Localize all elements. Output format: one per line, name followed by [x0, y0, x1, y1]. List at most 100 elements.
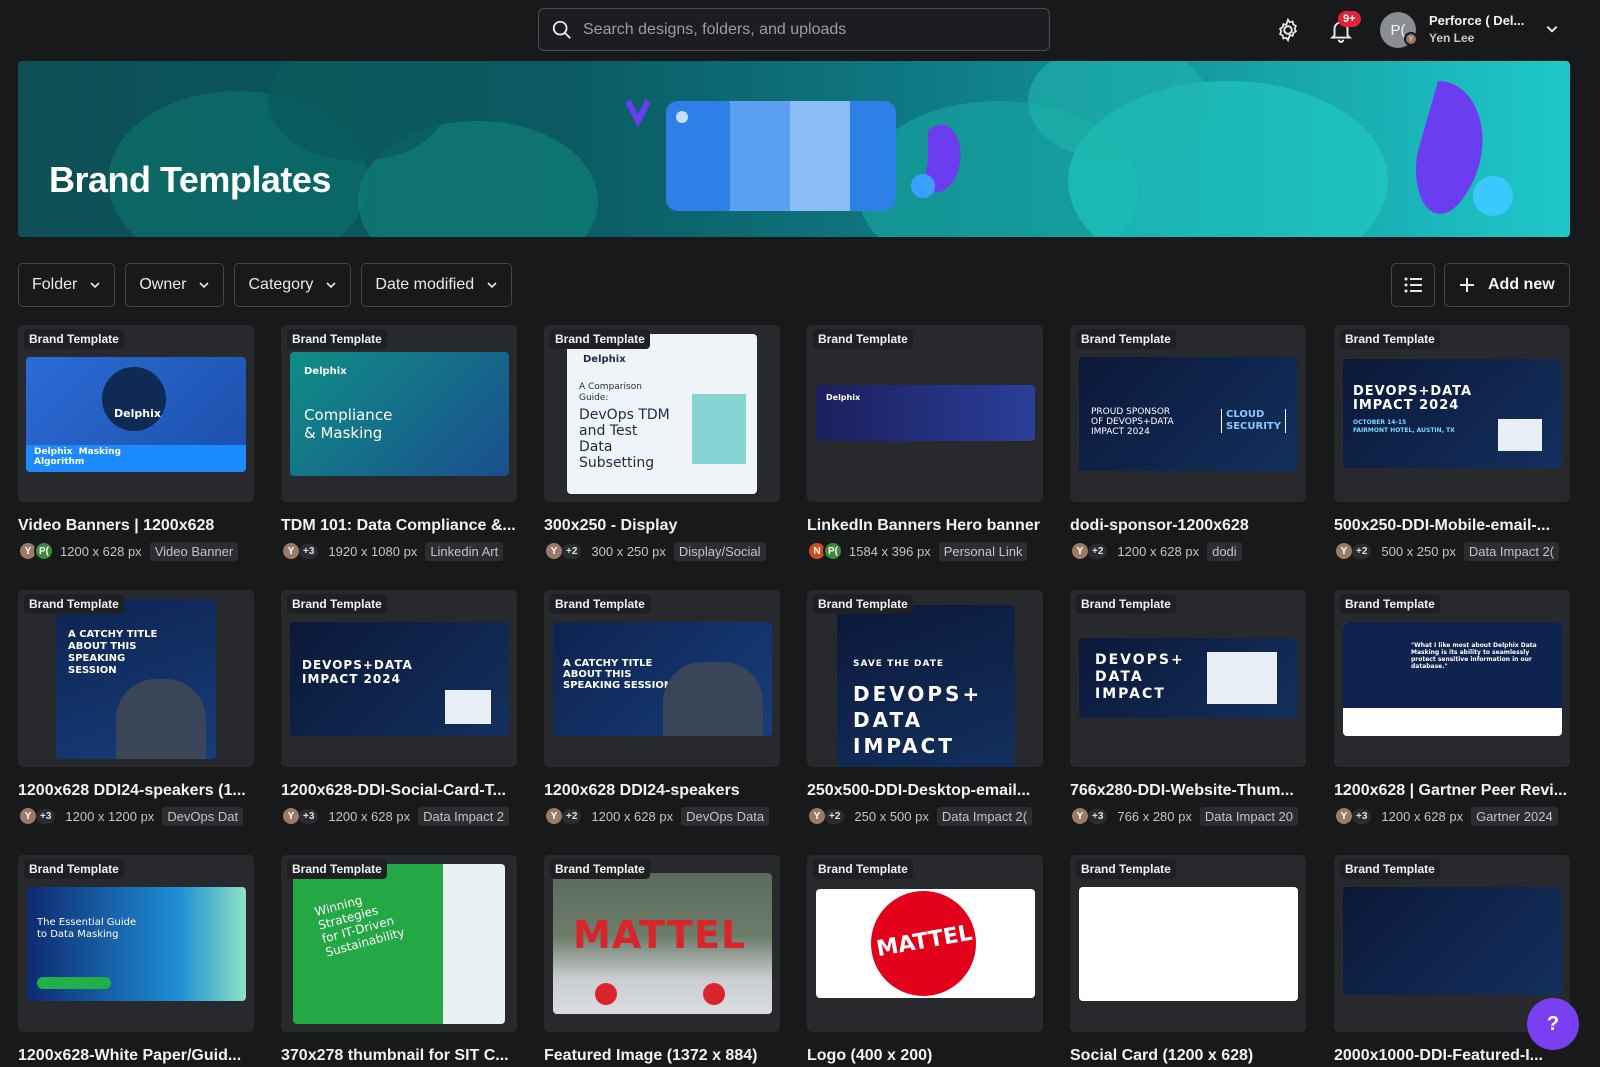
template-category: Display/Social	[673, 541, 766, 561]
brand-template-badge: Brand Template	[24, 594, 124, 614]
more-collaborators: +2	[562, 543, 582, 559]
template-thumbnail[interactable]: Brand Template Delphix A Comparison Guid…	[544, 325, 780, 502]
template-thumbnail[interactable]: Brand Template Delphix Delphix Masking A…	[18, 325, 254, 502]
template-title[interactable]: 250x500-DDI-Desktop-email...	[807, 782, 1043, 800]
filter-label: Owner	[139, 276, 187, 293]
template-thumbnail[interactable]: Brand Template Delphix Compliance & Mask…	[281, 325, 517, 502]
template-thumbnail[interactable]: Brand Template DEVOPS+ DATA IMPACT	[1070, 590, 1306, 767]
template-thumbnail[interactable]: Brand Template MATTEL	[807, 855, 1043, 1032]
template-dimensions: 1200 x 628 px	[328, 808, 411, 824]
template-thumbnail[interactable]: Brand Template The Essential Guide to Da…	[18, 855, 254, 1032]
more-collaborators: +3	[1088, 808, 1108, 824]
template-card[interactable]: Brand Template Delphix Compliance & Mask…	[281, 325, 517, 561]
filter-owner[interactable]: Owner	[125, 263, 225, 307]
template-thumbnail[interactable]: Brand Template PROUD SPONSOR OF DEVOPS+D…	[1070, 325, 1306, 502]
thumbnail-art: A CATCHY TITLE ABOUT THIS SPEAKING SESSI…	[553, 622, 772, 736]
thumbnail-art: Winning Strategies for IT-Driven Sustain…	[293, 864, 505, 1024]
art-text: A Comparison Guide:	[579, 382, 642, 403]
template-card[interactable]: Brand Template DEVOPS+ DATA IMPACT 766x2…	[1070, 590, 1306, 826]
template-card[interactable]: Brand Template DEVOPS+DATA IMPACT 2024 O…	[1334, 325, 1570, 561]
template-card[interactable]: Brand Template MATTEL Logo (400 x 200)	[807, 855, 1043, 1065]
brand-template-badge: Brand Template	[813, 594, 913, 614]
filter-bar: Folder Owner Category Date modified	[18, 263, 513, 307]
avatar: Y	[544, 541, 564, 561]
template-title[interactable]: 500x250-DDI-Mobile-email-...	[1334, 517, 1570, 535]
template-card[interactable]: Brand Template The Essential Guide to Da…	[18, 855, 254, 1065]
template-card[interactable]: Brand Template "What I like most about D…	[1334, 590, 1570, 826]
template-title[interactable]: Social Card (1200 x 628)	[1070, 1047, 1306, 1065]
template-meta: Y +2 1200 x 628 px DevOps Data	[544, 806, 780, 826]
template-thumbnail[interactable]: Brand Template "What I like most about D…	[1334, 590, 1570, 767]
list-view-icon	[1404, 277, 1422, 293]
add-new-button[interactable]: Add new	[1444, 263, 1570, 307]
template-title[interactable]: Featured Image (1372 x 884)	[544, 1047, 780, 1065]
art-text: Delphix	[583, 354, 626, 365]
filter-label: Folder	[32, 276, 78, 293]
template-title[interactable]: 300x250 - Display	[544, 517, 780, 535]
thumbnail-art: Delphix A Comparison Guide: DevOps TDM a…	[567, 334, 757, 494]
template-title[interactable]: Logo (400 x 200)	[807, 1047, 1043, 1065]
template-category: Personal Link	[938, 541, 1028, 561]
thumbnail-art: DEVOPS+DATA IMPACT 2024	[290, 622, 509, 736]
template-title[interactable]: 766x280-DDI-Website-Thum...	[1070, 782, 1306, 800]
brand-template-badge: Brand Template	[550, 594, 650, 614]
more-collaborators: +2	[825, 808, 845, 824]
template-meta: Y +3 1200 x 628 px Data Impact 2	[281, 806, 517, 826]
template-title[interactable]: 2000x1000-DDI-Featured-I...	[1334, 1047, 1570, 1065]
search-bar[interactable]	[538, 8, 1050, 51]
template-card[interactable]: Brand Template Delphix Delphix Masking A…	[18, 325, 254, 561]
chevron-down-icon[interactable]	[1545, 22, 1559, 36]
template-title[interactable]: Video Banners | 1200x628	[18, 517, 254, 535]
template-title[interactable]: 1200x628 | Gartner Peer Revi...	[1334, 782, 1570, 800]
brand-template-badge: Brand Template	[287, 329, 387, 349]
template-card[interactable]: Brand Template MATTEL Featured Image (13…	[544, 855, 780, 1065]
template-card[interactable]: Brand Template DEVOPS+DATA IMPACT 2024 1…	[281, 590, 517, 826]
list-view-button[interactable]	[1391, 263, 1435, 307]
template-card[interactable]: Brand Template Social Card (1200 x 628)	[1070, 855, 1306, 1065]
template-thumbnail[interactable]: Brand Template MATTEL	[544, 855, 780, 1032]
more-collaborators: +3	[36, 808, 56, 824]
template-thumbnail[interactable]: Brand Template Delphix	[807, 325, 1043, 502]
template-card[interactable]: Brand Template PROUD SPONSOR OF DEVOPS+D…	[1070, 325, 1306, 561]
art-text: Delphix	[304, 366, 347, 377]
template-card[interactable]: Brand Template SAVE THE DATE DEVOPS+ DAT…	[807, 590, 1043, 826]
art-text: DEVOPS+ DATA IMPACT	[853, 682, 983, 758]
search-input[interactable]	[583, 20, 1023, 39]
gear-icon[interactable]	[1275, 17, 1301, 43]
filter-date-modified[interactable]: Date modified	[361, 263, 513, 307]
template-thumbnail[interactable]: Brand Template Winning Strategies for IT…	[281, 855, 517, 1032]
avatar: Y	[1334, 806, 1354, 826]
help-button[interactable]: ?	[1527, 998, 1579, 1050]
filter-folder[interactable]: Folder	[18, 263, 116, 307]
chevron-down-icon	[487, 282, 497, 289]
template-card[interactable]: Brand Template Winning Strategies for IT…	[281, 855, 517, 1065]
template-title[interactable]: 1200x628 DDI24-speakers (1...	[18, 782, 254, 800]
avatar: Y	[1070, 806, 1090, 826]
template-card[interactable]: Brand Template A CATCHY TITLE ABOUT THIS…	[18, 590, 254, 826]
template-title[interactable]: 370x278 thumbnail for SIT C...	[281, 1047, 517, 1065]
account-switcher[interactable]: Perforce ( Del... Yen Lee	[1429, 13, 1539, 45]
template-title[interactable]: 1200x628-DDI-Social-Card-T...	[281, 782, 517, 800]
help-icon: ?	[1546, 1012, 1560, 1035]
template-title[interactable]: TDM 101: Data Compliance &...	[281, 517, 517, 535]
template-thumbnail[interactable]: Brand Template	[1070, 855, 1306, 1032]
template-thumbnail[interactable]: Brand Template SAVE THE DATE DEVOPS+ DAT…	[807, 590, 1043, 767]
template-thumbnail[interactable]: Brand Template A CATCHY TITLE ABOUT THIS…	[544, 590, 780, 767]
template-title[interactable]: 1200x628-White Paper/Guid...	[18, 1047, 254, 1065]
more-collaborators: +3	[1352, 808, 1372, 824]
template-thumbnail[interactable]: Brand Template DEVOPS+DATA IMPACT 2024	[281, 590, 517, 767]
template-thumbnail[interactable]: Brand Template DEVOPS+DATA IMPACT 2024 O…	[1334, 325, 1570, 502]
brand-template-badge: Brand Template	[287, 859, 387, 879]
thumbnail-art	[1343, 887, 1562, 995]
template-category: Gartner 2024	[1471, 806, 1558, 826]
thumbnail-art: SAVE THE DATE DEVOPS+ DATA IMPACT	[837, 605, 1015, 767]
template-card[interactable]: Brand Template Delphix A Comparison Guid…	[544, 325, 780, 561]
template-title[interactable]: 1200x628 DDI24-speakers	[544, 782, 780, 800]
template-card[interactable]: Brand Template A CATCHY TITLE ABOUT THIS…	[544, 590, 780, 826]
template-thumbnail[interactable]: Brand Template A CATCHY TITLE ABOUT THIS…	[18, 590, 254, 767]
template-meta: Y +2 300 x 250 px Display/Social	[544, 541, 780, 561]
filter-category[interactable]: Category	[234, 263, 352, 307]
template-card[interactable]: Brand Template Delphix LinkedIn Banners …	[807, 325, 1043, 561]
template-title[interactable]: LinkedIn Banners Hero banner	[807, 517, 1043, 535]
template-title[interactable]: dodi-sponsor-1200x628	[1070, 517, 1306, 535]
